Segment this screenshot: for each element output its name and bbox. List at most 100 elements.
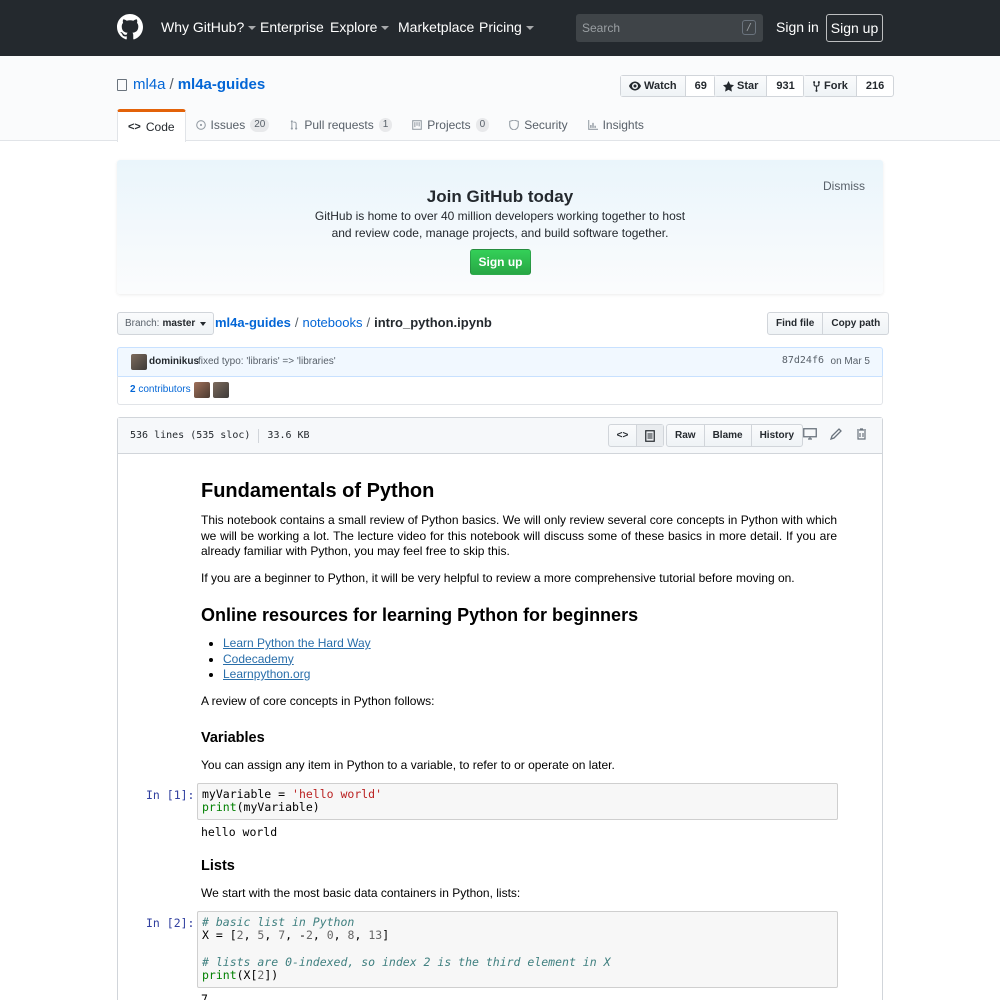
- tab-code[interactable]: <> Code: [117, 109, 186, 142]
- file-actions: Raw Blame History: [666, 424, 804, 447]
- fork-button[interactable]: Fork: [804, 76, 857, 96]
- repo-owner-link[interactable]: ml4a: [133, 76, 166, 93]
- sign-in-link[interactable]: Sign in: [776, 19, 819, 35]
- repo-name-link[interactable]: ml4a-guides: [178, 76, 266, 93]
- input-prompt: In [1]:: [146, 788, 195, 802]
- nav-label: Explore: [330, 19, 378, 35]
- nav-marketplace[interactable]: Marketplace: [398, 19, 474, 35]
- search-placeholder: Search: [582, 21, 621, 35]
- banner-sign-up-button[interactable]: Sign up: [470, 249, 531, 275]
- eye-icon: [629, 81, 641, 91]
- nav-label: Enterprise: [260, 19, 324, 35]
- notebook-paragraph: This notebook contains a small review of…: [201, 513, 837, 558]
- commit-tease: dominikus fixed typo: 'libraris' => 'lib…: [117, 347, 883, 377]
- tab-label: Issues: [210, 118, 246, 132]
- resource-link[interactable]: Learnpython.org: [223, 667, 310, 681]
- commit-author-link[interactable]: dominikus: [149, 356, 199, 367]
- breadcrumb-repo-link[interactable]: ml4a-guides: [215, 315, 291, 330]
- tab-count: 1: [378, 118, 393, 132]
- history-button[interactable]: History: [750, 425, 802, 446]
- repo-title: ml4a / ml4a-guides: [117, 76, 265, 93]
- breadcrumb-file: intro_python.ipynb: [374, 315, 492, 330]
- nav-why-github[interactable]: Why GitHub?: [161, 19, 257, 35]
- find-file-button[interactable]: Find file: [768, 313, 822, 334]
- notebook-paragraph: A review of core concepts in Python foll…: [201, 694, 435, 708]
- tab-label: Security: [524, 118, 568, 132]
- commit-message[interactable]: fixed typo: 'libraris' => 'libraries': [198, 356, 336, 367]
- fork-label: Fork: [824, 80, 848, 92]
- breadcrumb-separator: /: [366, 315, 371, 330]
- list-item: Learn Python the Hard Way: [223, 636, 371, 652]
- copy-path-button[interactable]: Copy path: [822, 313, 888, 334]
- tab-projects[interactable]: Projects 0: [402, 109, 499, 141]
- nav-label: Marketplace: [398, 19, 475, 35]
- chevron-down-icon: [248, 26, 257, 30]
- site-header: Why GitHub? Enterprise Explore Marketpla…: [0, 0, 1000, 56]
- view-toggle: <>: [608, 424, 664, 447]
- fork-count[interactable]: 216: [857, 76, 893, 96]
- search-shortcut-key: /: [742, 20, 756, 35]
- star-button[interactable]: Star: [715, 76, 768, 96]
- nav-enterprise[interactable]: Enterprise: [260, 19, 324, 35]
- divider: [258, 429, 260, 443]
- tab-label: Projects: [427, 118, 471, 132]
- resource-link-list: Learn Python the Hard Way Codecademy Lea…: [223, 636, 371, 683]
- trash-icon[interactable]: [856, 428, 867, 443]
- star-label: Star: [737, 80, 759, 92]
- section-heading-resources: Online resources for learning Python for…: [201, 605, 639, 625]
- branch-select-button[interactable]: Branch: master: [117, 312, 215, 335]
- nav-explore[interactable]: Explore: [330, 19, 390, 35]
- source-view-icon[interactable]: <>: [609, 425, 636, 446]
- tab-label: Code: [145, 120, 175, 134]
- avatar[interactable]: [131, 354, 147, 370]
- repo-icon: [117, 78, 127, 91]
- breadcrumb-dir-link[interactable]: notebooks: [302, 315, 362, 330]
- file-info: 536 lines (535 sloc) 33.6 KB: [130, 429, 310, 443]
- tab-count: 0: [475, 118, 490, 132]
- branch-name: master: [162, 318, 196, 329]
- desktop-icon[interactable]: [803, 428, 817, 443]
- banner-title: Join GitHub today: [426, 187, 574, 206]
- notebook-paragraph: If you are a beginner to Python, it will…: [201, 571, 795, 585]
- code-cell[interactable]: # basic list in Python X = [2, 5, 7, -2,…: [197, 911, 838, 988]
- search-input[interactable]: Search /: [576, 14, 763, 42]
- tab-insights[interactable]: Insights: [578, 109, 654, 141]
- cell-output: 7: [201, 992, 208, 1000]
- resource-link[interactable]: Learn Python the Hard Way: [223, 636, 371, 650]
- resource-link[interactable]: Codecademy: [223, 652, 294, 666]
- signup-banner: Dismiss Join GitHub today GitHub is home…: [117, 160, 883, 294]
- watch-button[interactable]: Watch: [621, 76, 686, 96]
- raw-button[interactable]: Raw: [667, 425, 704, 446]
- avatar[interactable]: [213, 382, 229, 398]
- repo-separator: /: [169, 76, 174, 93]
- rendered-view-icon[interactable]: [636, 425, 663, 446]
- contributors-link[interactable]: 2 contributors: [130, 384, 191, 395]
- avatar[interactable]: [194, 382, 210, 398]
- branch-label: Branch:: [125, 318, 160, 329]
- git-pull-request-icon: [291, 120, 298, 130]
- file-nav-buttons: Find file Copy path: [767, 312, 890, 335]
- pencil-icon[interactable]: [829, 428, 842, 443]
- fork-icon: [813, 80, 820, 92]
- code-cell[interactable]: myVariable = 'hello world' print(myVaria…: [197, 783, 838, 820]
- file-icon: [645, 429, 655, 442]
- watch-count[interactable]: 69: [686, 76, 716, 96]
- tab-issues[interactable]: Issues 20: [186, 109, 280, 141]
- watch-button-group: Watch 69: [620, 75, 717, 97]
- nav-label: Why GitHub?: [161, 19, 245, 35]
- blame-button[interactable]: Blame: [703, 425, 751, 446]
- sign-up-button[interactable]: Sign up: [826, 14, 883, 42]
- banner-text: GitHub is home to over 40 million develo…: [314, 209, 686, 240]
- tab-security[interactable]: Security: [499, 109, 577, 141]
- chevron-down-icon: [200, 321, 207, 326]
- cell-output: hello world: [201, 825, 278, 839]
- nav-pricing[interactable]: Pricing: [479, 19, 534, 35]
- commit-date: on Mar 5: [830, 356, 870, 367]
- chevron-down-icon: [525, 26, 534, 30]
- graph-icon: [587, 120, 598, 130]
- star-count[interactable]: 931: [767, 76, 803, 96]
- github-logo-icon[interactable]: [117, 14, 143, 40]
- contributors-bar: 2 contributors: [117, 376, 883, 405]
- commit-sha-link[interactable]: 87d24f6: [782, 355, 824, 366]
- tab-pull-requests[interactable]: Pull requests 1: [279, 109, 402, 141]
